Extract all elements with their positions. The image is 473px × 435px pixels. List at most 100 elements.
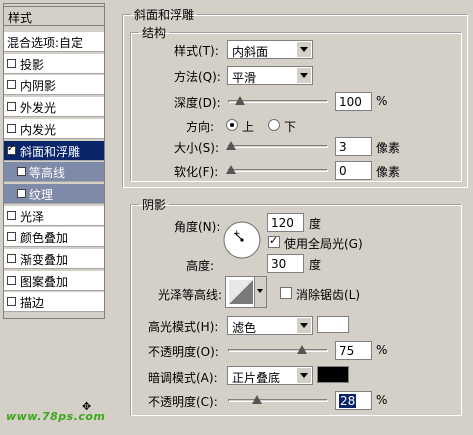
chevron-down-icon — [296, 68, 311, 83]
style-list-item[interactable]: 光泽 — [3, 205, 105, 226]
styles-panel: 样式 混合选项:自定投影内阴影外发光内发光斜面和浮雕等高线纹理光泽颜色叠加渐变叠… — [0, 0, 106, 435]
style-list-item[interactable]: 渐变叠加 — [3, 249, 105, 269]
shadow-color-swatch[interactable] — [317, 366, 349, 383]
watermark: www.78ps.com — [6, 410, 106, 423]
soften-input[interactable]: 0 — [335, 161, 372, 180]
gloss-contour-picker[interactable] — [225, 276, 267, 308]
depth-input[interactable]: 100 — [335, 92, 372, 111]
altitude-label: 高度: — [186, 259, 215, 273]
style-list-label: 内阴影 — [20, 79, 57, 94]
style-list-label: 混合选项:自定 — [7, 36, 84, 50]
global-light-checkbox[interactable] — [268, 234, 280, 248]
depth-unit: % — [376, 94, 388, 108]
highlight-opacity-label: 不透明度(O): — [148, 345, 219, 359]
size-slider[interactable] — [226, 140, 328, 154]
style-list-label: 外发光 — [20, 101, 57, 116]
highlight-opacity-unit: % — [376, 343, 388, 357]
gloss-contour-label: 光泽等高线: — [158, 288, 223, 302]
direction-down-radio[interactable] — [268, 119, 280, 131]
style-list-label: 投影 — [20, 57, 45, 72]
slider-thumb[interactable] — [235, 96, 246, 105]
style-list-item[interactable]: 颜色叠加 — [3, 227, 105, 248]
shading-title: 阴影 — [142, 198, 167, 212]
direction-up-label: 上 — [242, 120, 255, 134]
style-list-item[interactable]: 混合选项:自定 — [3, 32, 105, 52]
style-list-label: 光泽 — [20, 209, 45, 224]
chevron-down-icon — [296, 318, 311, 333]
style-list-item[interactable]: 斜面和浮雕 — [3, 140, 105, 161]
highlight-mode-select[interactable]: 滤色 — [227, 316, 313, 335]
soften-slider[interactable] — [226, 164, 328, 178]
altitude-unit: 度 — [309, 258, 322, 272]
size-label: 大小(S): — [174, 141, 220, 155]
depth-label: 深度(D): — [174, 96, 221, 110]
style-list-label: 图案叠加 — [20, 274, 69, 289]
depth-slider[interactable] — [228, 95, 328, 109]
shadow-opacity-label: 不透明度(C): — [148, 395, 218, 409]
style-list-item[interactable]: 等高线 — [3, 162, 105, 183]
style-list-item[interactable]: 描边 — [3, 292, 105, 313]
style-list-item[interactable]: 外发光 — [3, 97, 105, 118]
chevron-down-icon — [296, 42, 311, 57]
highlight-mode-label: 高光模式(H): — [148, 320, 219, 334]
highlight-color-swatch[interactable] — [317, 316, 349, 333]
style-list-label: 内发光 — [20, 122, 57, 137]
direction-down-label: 下 — [284, 120, 297, 134]
angle-input[interactable]: 120 — [267, 213, 304, 232]
contour-linear-icon — [229, 280, 253, 304]
size-input[interactable]: 3 — [335, 137, 372, 156]
style-checkbox[interactable] — [7, 80, 16, 90]
style-checkbox[interactable] — [7, 143, 16, 155]
svg-text:+: + — [233, 229, 241, 239]
style-list-item[interactable]: 内发光 — [3, 118, 105, 139]
style-list-label: 渐变叠加 — [20, 253, 69, 267]
style-checkbox[interactable] — [7, 232, 16, 242]
bevel-emboss-title: 斜面和浮雕 — [134, 8, 195, 22]
shadow-opacity-unit: % — [376, 393, 388, 407]
style-list-item[interactable]: 投影 — [3, 53, 105, 74]
antialias-label: 消除锯齿(L) — [296, 288, 361, 302]
style-checkbox[interactable] — [7, 275, 16, 285]
style-list-label: 斜面和浮雕 — [20, 144, 81, 159]
highlight-opacity-input[interactable]: 75 — [335, 341, 372, 360]
chevron-down-icon — [254, 277, 266, 307]
shadow-opacity-slider[interactable] — [228, 394, 328, 408]
style-checkbox[interactable] — [17, 167, 26, 177]
style-checkbox[interactable] — [7, 254, 16, 263]
size-unit: 像素 — [376, 141, 401, 155]
technique-select[interactable]: 平滑 — [227, 66, 313, 85]
slider-thumb[interactable] — [252, 395, 263, 404]
slider-thumb[interactable] — [296, 345, 307, 354]
global-light-label: 使用全局光(G) — [284, 237, 363, 251]
highlight-opacity-slider[interactable] — [228, 344, 328, 358]
shadow-mode-label: 暗调模式(A): — [148, 371, 218, 385]
style-select[interactable]: 内斜面 — [227, 40, 313, 59]
shadow-opacity-input[interactable]: 28 — [335, 391, 372, 410]
style-checkbox[interactable] — [7, 297, 16, 307]
style-checkbox[interactable] — [7, 210, 16, 220]
structure-title: 结构 — [142, 26, 167, 40]
shadow-mode-select[interactable]: 正片叠底 — [227, 366, 313, 385]
altitude-input[interactable]: 30 — [267, 254, 304, 273]
style-checkbox[interactable] — [7, 102, 16, 112]
angle-dial[interactable]: + — [222, 220, 262, 260]
slider-thumb[interactable] — [226, 141, 236, 150]
soften-unit: 像素 — [376, 165, 401, 179]
angle-label: 角度(N): — [174, 220, 221, 234]
slider-thumb[interactable] — [226, 165, 236, 174]
soften-label: 软化(F): — [174, 165, 219, 179]
antialias-checkbox[interactable] — [280, 287, 292, 299]
style-checkbox[interactable] — [17, 188, 26, 198]
direction-up-radio[interactable] — [226, 119, 238, 131]
styles-header[interactable]: 样式 — [3, 6, 105, 26]
style-list-label: 等高线 — [29, 166, 66, 181]
direction-label: 方向: — [186, 120, 215, 134]
style-list-item[interactable]: 纹理 — [3, 183, 105, 204]
style-checkbox[interactable] — [7, 58, 16, 68]
style-list-item[interactable]: 内阴影 — [3, 75, 105, 96]
style-list-label: 纹理 — [29, 187, 54, 202]
style-checkbox[interactable] — [7, 123, 16, 133]
style-label: 样式(T): — [174, 44, 219, 58]
style-list-item[interactable]: 图案叠加 — [3, 270, 105, 291]
style-list-label: 描边 — [20, 296, 45, 311]
